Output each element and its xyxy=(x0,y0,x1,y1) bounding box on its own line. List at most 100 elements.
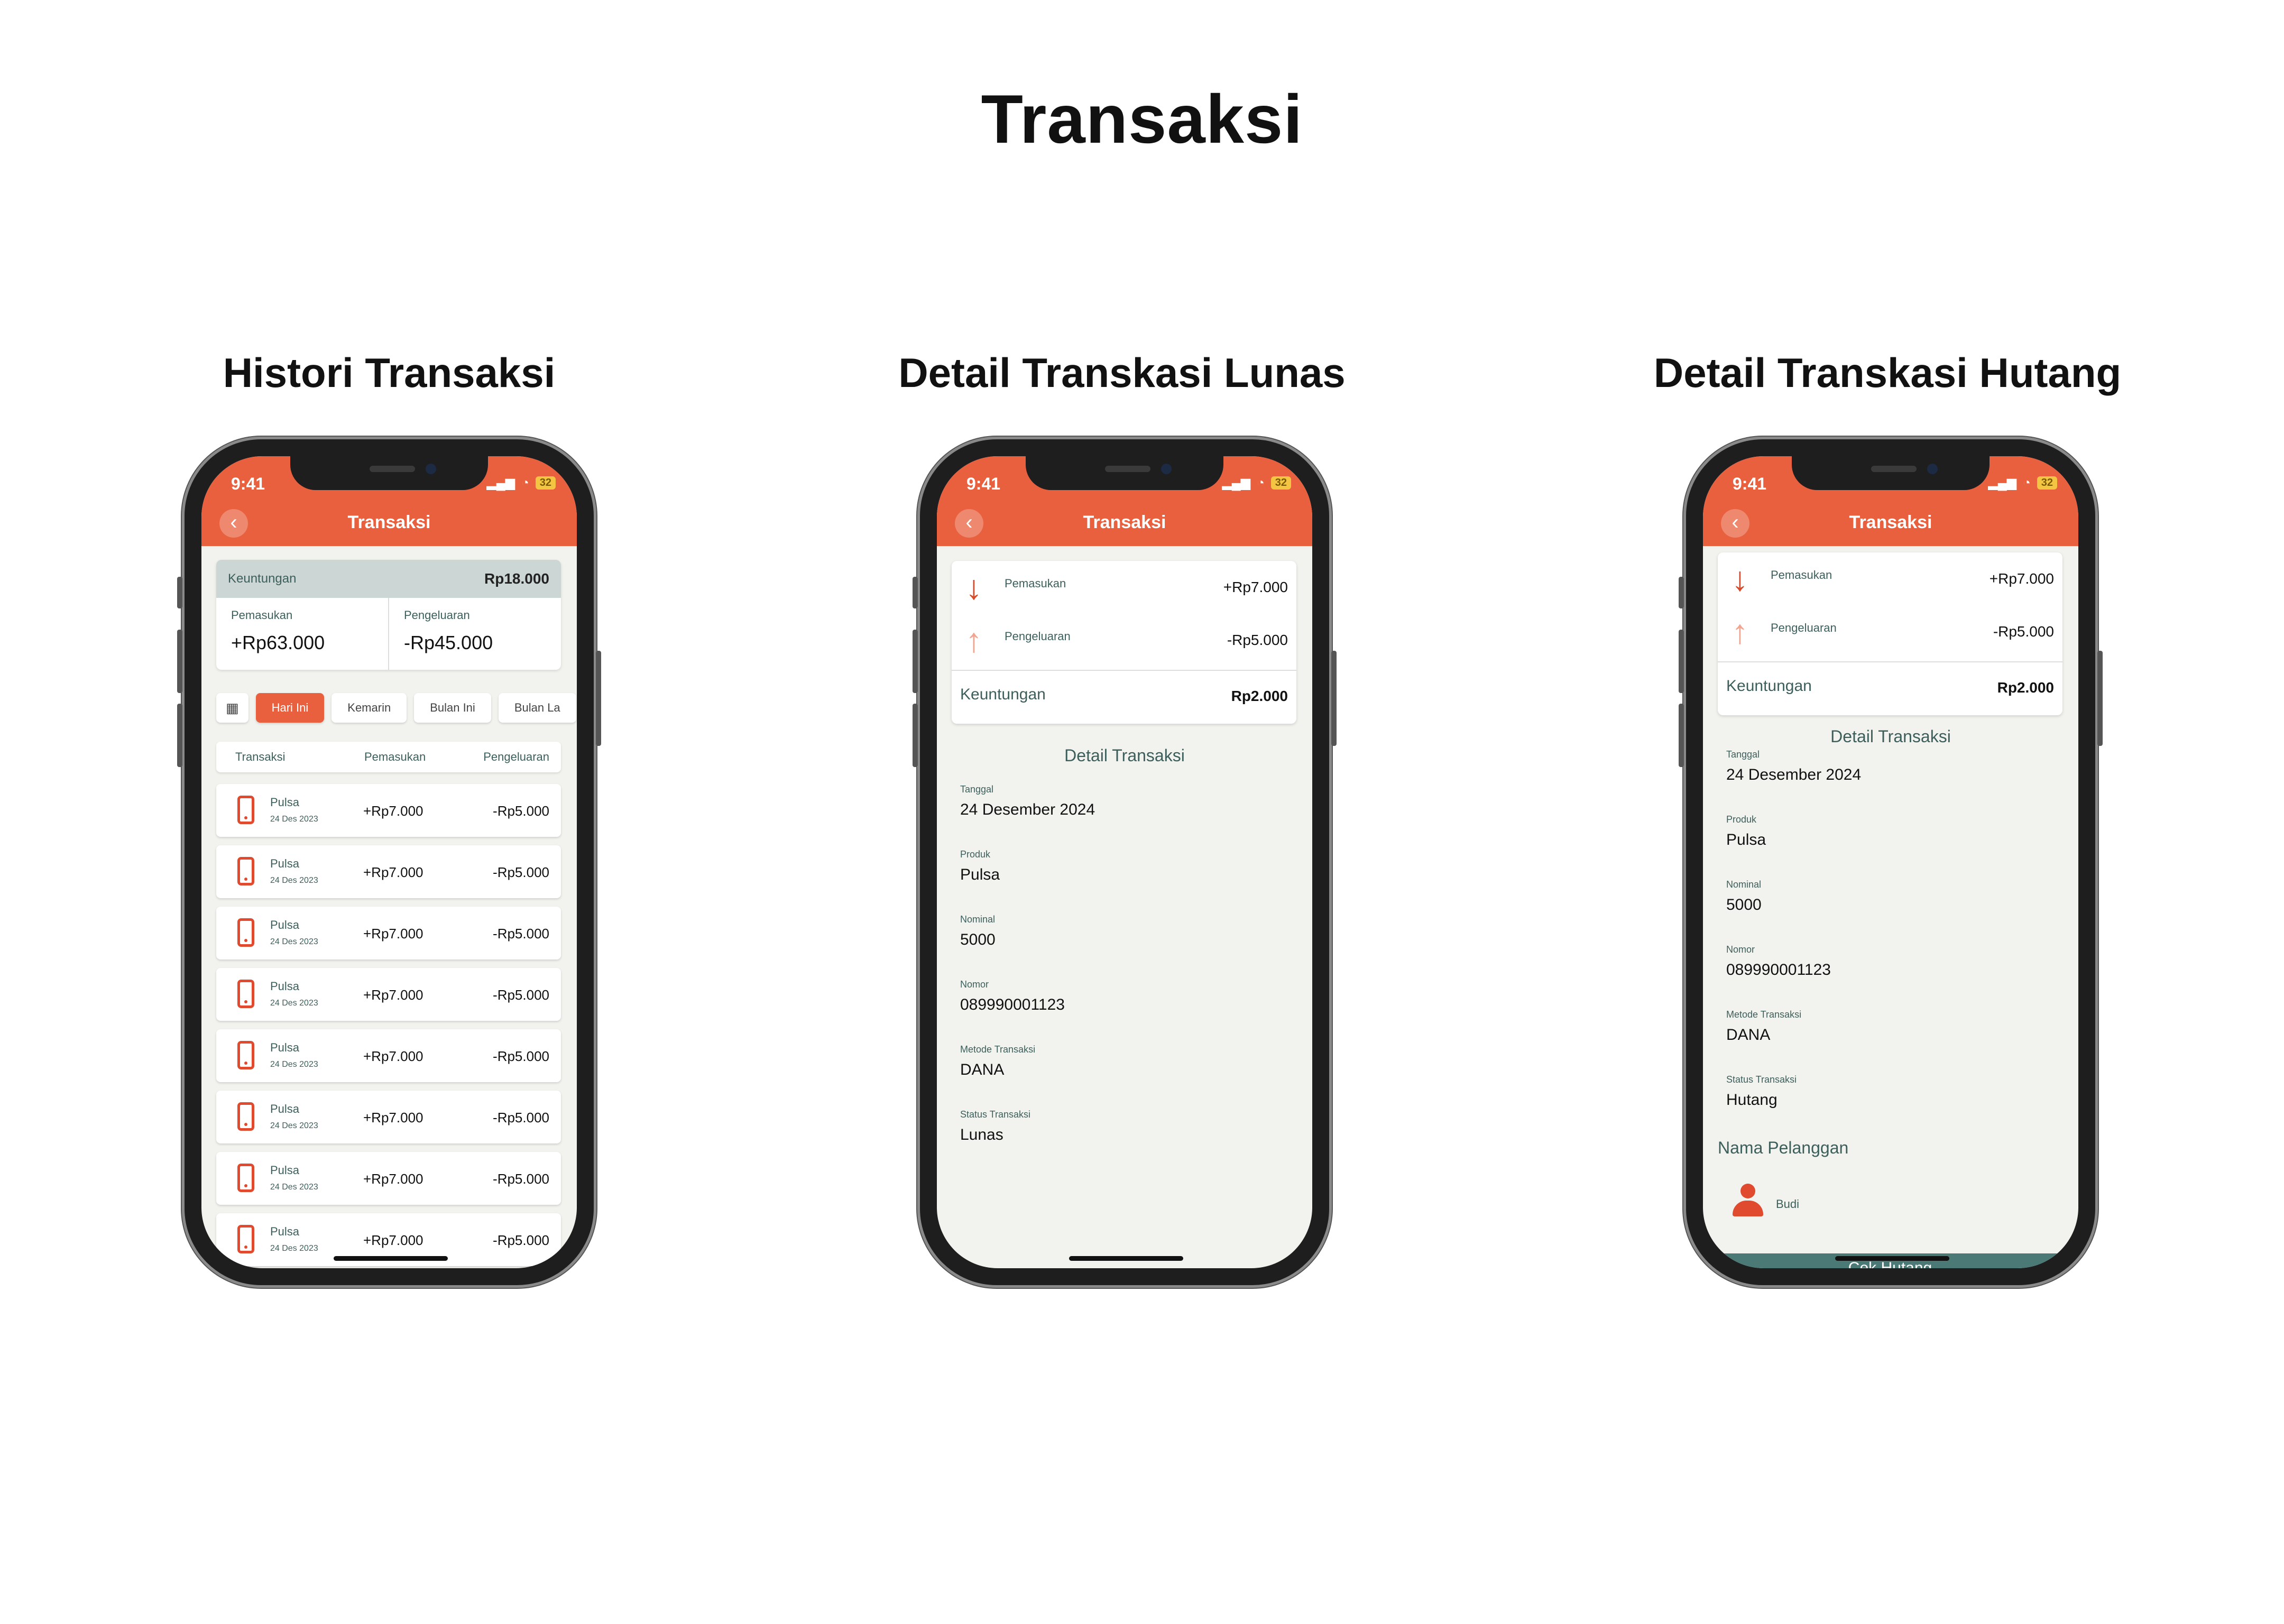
signal-icon: ▂▄▆ xyxy=(1222,476,1251,490)
notch xyxy=(1792,456,1990,490)
row-income: +Rp7.000 xyxy=(363,1232,423,1248)
row-name: Pulsa xyxy=(270,796,300,809)
expense-label: Pengeluaran xyxy=(1005,630,1071,643)
notch xyxy=(1026,456,1223,490)
row-name: Pulsa xyxy=(270,1041,300,1054)
arrow-up-icon: ↑ xyxy=(1732,613,1748,651)
row-expense: -Rp5.000 xyxy=(493,1171,549,1187)
phone-icon xyxy=(237,918,254,947)
status-time: 9:41 xyxy=(231,474,265,493)
screen-history: 9:41 ▂▄▆ ◔ 32 ‹ Transaksi Keuntungan Rp1… xyxy=(201,456,577,1268)
income-value: +Rp7.000 xyxy=(1223,579,1288,595)
field-value-status: Hutang xyxy=(1726,1091,1778,1109)
screen-detail-lunas: 9:41 ▂▄▆ ◔ 32 ‹ Transaksi ↓ Pemasukan +R… xyxy=(937,456,1312,1268)
calendar-icon[interactable]: ▦ xyxy=(216,693,248,723)
phone-icon xyxy=(237,1164,254,1192)
field-label-nomor: Nomor xyxy=(960,979,989,990)
detail-summary-card: ↓ Pemasukan +Rp7.000 ↑ Pengeluaran -Rp5.… xyxy=(1718,552,2062,715)
field-label-produk: Produk xyxy=(960,849,991,860)
filter-bulan-ini[interactable]: Bulan Ini xyxy=(414,693,491,723)
profit-value: Rp2.000 xyxy=(1997,679,2054,696)
row-expense: -Rp5.000 xyxy=(493,1232,549,1248)
profit-label: Keuntungan xyxy=(960,686,1046,703)
filter-hari-ini[interactable]: Hari Ini xyxy=(255,693,325,723)
row-income: +Rp7.000 xyxy=(363,926,423,942)
field-label-nomor: Nomor xyxy=(1726,944,1755,955)
field-label-metode: Metode Transaksi xyxy=(960,1044,1036,1055)
phone-icon xyxy=(237,1041,254,1069)
section-title-hutang: Detail Transkasi Hutang xyxy=(1653,349,2122,396)
income-summary: Pemasukan +Rp63.000 xyxy=(216,598,388,670)
arrow-up-icon: ↑ xyxy=(965,621,982,659)
battery-icon: 32 xyxy=(1270,476,1291,490)
filter-bulan-lalu[interactable]: Bulan La xyxy=(498,693,576,723)
row-date: 24 Des 2023 xyxy=(270,876,318,885)
page-title: Transaksi xyxy=(981,80,1303,158)
field-label-status: Status Transaksi xyxy=(1726,1074,1797,1085)
row-date: 24 Des 2023 xyxy=(270,937,318,946)
field-label-tanggal: Tanggal xyxy=(960,784,994,795)
row-name: Pulsa xyxy=(270,1102,300,1115)
row-date: 24 Des 2023 xyxy=(270,1183,318,1192)
row-income: +Rp7.000 xyxy=(363,803,423,819)
date-filters: ▦ Hari Ini Kemarin Bulan Ini Bulan La xyxy=(216,693,576,723)
row-name: Pulsa xyxy=(270,1225,300,1238)
customer-heading: Nama Pelanggan xyxy=(1718,1138,1849,1157)
status-icons: ▂▄▆ ◔ 32 xyxy=(1988,475,2057,491)
table-row[interactable]: Pulsa 24 Des 2023 +Rp7.000 -Rp5.000 xyxy=(216,1152,561,1205)
field-value-produk: Pulsa xyxy=(1726,831,1766,848)
section-title-lunas: Detail Transkasi Lunas xyxy=(898,349,1346,396)
field-value-nomor: 089990001123 xyxy=(1726,961,1831,979)
row-income: +Rp7.000 xyxy=(363,987,423,1003)
field-label-status: Status Transaksi xyxy=(960,1109,1031,1120)
section-title-history: Histori Transaksi xyxy=(223,349,556,396)
filter-kemarin[interactable]: Kemarin xyxy=(331,693,407,723)
table-row[interactable]: Pulsa 24 Des 2023 +Rp7.000 -Rp5.000 xyxy=(216,1091,561,1143)
phone-icon xyxy=(237,1102,254,1131)
home-indicator xyxy=(1069,1256,1183,1261)
home-indicator xyxy=(1835,1256,1949,1261)
phone-icon xyxy=(237,857,254,885)
field-value-metode: DANA xyxy=(1726,1026,1771,1044)
profit-label: Keuntungan xyxy=(228,571,297,586)
expense-label: Pengeluaran xyxy=(404,608,470,622)
battery-icon: 32 xyxy=(2037,476,2057,490)
income-value: +Rp7.000 xyxy=(1989,570,2054,587)
app-bar-title: Transaksi xyxy=(347,512,431,532)
field-value-nomor: 089990001123 xyxy=(960,996,1065,1013)
column-pemasukan: Pemasukan xyxy=(364,750,426,763)
field-label-produk: Produk xyxy=(1726,814,1757,825)
row-expense: -Rp5.000 xyxy=(493,1048,549,1064)
detail-summary-card: ↓ Pemasukan +Rp7.000 ↑ Pengeluaran -Rp5.… xyxy=(952,561,1296,724)
profit-bar: Keuntungan Rp18.000 xyxy=(216,560,561,598)
summary-card: Keuntungan Rp18.000 Pemasukan +Rp63.000 … xyxy=(216,560,561,670)
field-value-nominal: 5000 xyxy=(1726,896,1762,914)
expense-label: Pengeluaran xyxy=(1771,621,1837,634)
table-row[interactable]: Pulsa 24 Des 2023 +Rp7.000 -Rp5.000 xyxy=(216,907,561,959)
income-label: Pemasukan xyxy=(1005,577,1066,590)
signal-icon: ▂▄▆ xyxy=(1988,476,2017,490)
table-row[interactable]: Pulsa 24 Des 2023 +Rp7.000 -Rp5.000 xyxy=(216,784,561,837)
phone-detail-hutang: 9:41 ▂▄▆ ◔ 32 ‹ Transaksi ↓ Pemasukan +R… xyxy=(1679,437,2103,1288)
row-expense: -Rp5.000 xyxy=(493,803,549,819)
status-icons: ▂▄▆ ◔ 32 xyxy=(1222,475,1291,491)
profit-label: Keuntungan xyxy=(1726,677,1812,695)
field-value-status: Lunas xyxy=(960,1126,1003,1143)
table-header: Transaksi Pemasukan Pengeluaran xyxy=(216,742,561,772)
wifi-icon: ◔ xyxy=(521,475,529,490)
detail-section-title: Detail Transaksi xyxy=(1064,746,1185,765)
row-income: +Rp7.000 xyxy=(363,1110,423,1125)
row-expense: -Rp5.000 xyxy=(493,926,549,942)
table-row[interactable]: Pulsa 24 Des 2023 +Rp7.000 -Rp5.000 xyxy=(216,1029,561,1082)
table-row[interactable]: Pulsa 24 Des 2023 +Rp7.000 -Rp5.000 xyxy=(216,968,561,1021)
wifi-icon: ◔ xyxy=(1257,475,1265,490)
row-name: Pulsa xyxy=(270,1164,300,1177)
table-row[interactable]: Pulsa 24 Des 2023 +Rp7.000 -Rp5.000 xyxy=(216,845,561,898)
field-value-produk: Pulsa xyxy=(960,866,1000,883)
row-date: 24 Des 2023 xyxy=(270,1244,318,1253)
row-date: 24 Des 2023 xyxy=(270,1060,318,1069)
expense-summary: Pengeluaran -Rp45.000 xyxy=(388,598,561,670)
field-label-nominal: Nominal xyxy=(960,914,996,925)
column-pengeluaran: Pengeluaran xyxy=(483,750,549,763)
income-label: Pemasukan xyxy=(1771,568,1832,582)
